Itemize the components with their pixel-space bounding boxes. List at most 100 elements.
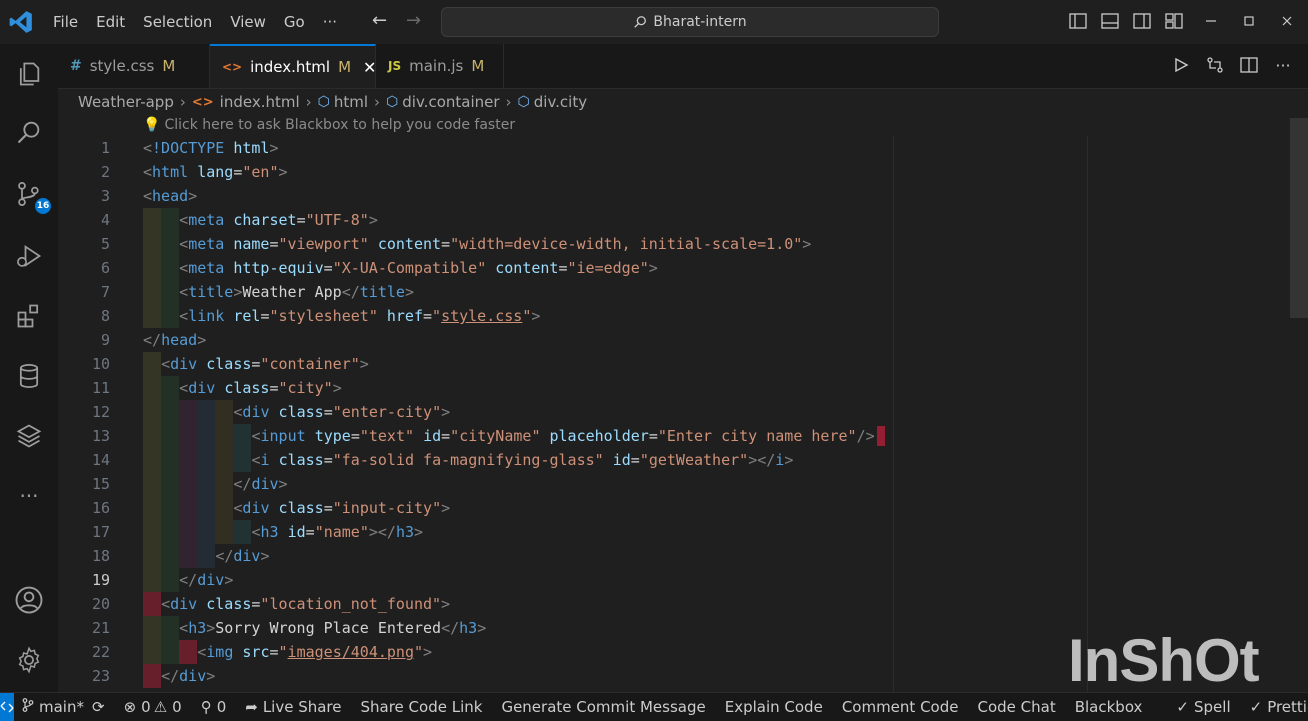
line-number: 5 xyxy=(100,235,110,253)
comment-code-button[interactable]: Comment Code xyxy=(842,698,959,716)
indent-guide xyxy=(233,424,252,448)
source-control-icon[interactable]: 16 xyxy=(13,178,51,214)
search-label: Bharat-intern xyxy=(653,14,747,30)
code-text: <!DOCTYPE html> xyxy=(143,139,279,157)
code-line[interactable]: 3 <head> xyxy=(58,184,1288,208)
account-icon[interactable] xyxy=(13,584,45,616)
code-line[interactable]: 12 <div class="enter-city"> xyxy=(58,400,1288,424)
code-line[interactable]: 4 <meta charset="UTF-8"> xyxy=(58,208,1288,232)
menu-edit[interactable]: Edit xyxy=(87,13,134,31)
tab-label: index.html xyxy=(250,58,331,76)
breadcrumb-folder[interactable]: Weather-app xyxy=(78,93,174,111)
toggle-secondary-sidebar-icon[interactable] xyxy=(1131,10,1153,32)
restore-icon[interactable] xyxy=(1238,10,1260,32)
tab-index-html[interactable]: <> index.html M ✕ xyxy=(210,44,376,88)
code-editor[interactable]: 1 <!DOCTYPE html> 2 <html lang="en"> 3 <head>… xyxy=(58,136,1288,692)
code-line[interactable]: 16 <div class="input-city"> xyxy=(58,496,1288,520)
indent-guide xyxy=(233,520,252,544)
code-line[interactable]: 5 <meta name="viewport" content="width=de… xyxy=(58,232,1288,256)
prettier-button[interactable]: ✓ Prettier xyxy=(1250,698,1308,716)
breadcrumb-symbol-city[interactable]: div.city xyxy=(534,93,587,111)
more-views-icon[interactable]: ··· xyxy=(13,480,45,512)
line-number: 3 xyxy=(100,187,110,205)
command-center-search[interactable]: Bharat-intern xyxy=(441,7,939,37)
search-view-icon[interactable] xyxy=(13,116,45,148)
live-share-button[interactable]: ➦ Live Share xyxy=(245,698,341,716)
branch-indicator[interactable]: main* ⟳ xyxy=(22,698,105,716)
vertical-scrollbar[interactable] xyxy=(1290,118,1308,318)
code-line[interactable]: 11 <div class="city"> xyxy=(58,376,1288,400)
compare-changes-icon[interactable] xyxy=(1204,54,1226,76)
live-share-icon: ➦ xyxy=(245,698,258,716)
explorer-icon[interactable] xyxy=(13,58,45,90)
status-bar: main* ⟳ ⊗ 0 ⚠ 0 ⚲ 0 ➦ Live Share Share C… xyxy=(0,692,1308,721)
close-window-icon[interactable] xyxy=(1276,10,1298,32)
double-check-icon: ✓ xyxy=(1249,698,1263,716)
line-number: 13 xyxy=(91,427,110,445)
tab-style-css[interactable]: # style.css M xyxy=(58,44,210,88)
indent-guide xyxy=(143,520,162,544)
share-code-link-button[interactable]: Share Code Link xyxy=(361,698,483,716)
indent-guide xyxy=(197,472,216,496)
breadcrumb-file[interactable]: index.html xyxy=(220,93,300,111)
code-chat-button[interactable]: Code Chat xyxy=(977,698,1055,716)
run-debug-icon[interactable] xyxy=(13,240,45,272)
ports-indicator[interactable]: ⚲ 0 xyxy=(201,698,227,716)
code-line[interactable]: 6 <meta http-equiv="X-UA-Compatible" cont… xyxy=(58,256,1288,280)
code-line[interactable]: 9 </head> xyxy=(58,328,1288,352)
split-editor-icon[interactable] xyxy=(1238,54,1260,76)
code-text: <input type="text" id="cityName" placeho… xyxy=(251,427,875,445)
code-line[interactable]: 17 <h3 id="name"></h3> xyxy=(58,520,1288,544)
breadcrumb-symbol-html[interactable]: html xyxy=(334,93,368,111)
menu-selection[interactable]: Selection xyxy=(134,13,221,31)
code-text: <link rel="stylesheet" href="style.css"> xyxy=(179,307,541,325)
code-line[interactable]: 13 <input type="text" id="cityName" place… xyxy=(58,424,1288,448)
code-line[interactable]: 8 <link rel="stylesheet" href="style.css"… xyxy=(58,304,1288,328)
blackbox-hint[interactable]: 💡 Click here to ask Blackbox to help you … xyxy=(143,117,515,133)
problems-indicator[interactable]: ⊗ 0 ⚠ 0 xyxy=(124,698,182,716)
menu-go[interactable]: Go xyxy=(275,13,314,31)
toggle-primary-sidebar-icon[interactable] xyxy=(1067,10,1089,32)
menu-more[interactable]: ··· xyxy=(314,13,346,31)
remote-indicator-icon[interactable] xyxy=(0,693,14,721)
blackbox-button[interactable]: Blackbox xyxy=(1075,698,1143,716)
explain-code-button[interactable]: Explain Code xyxy=(725,698,823,716)
code-line[interactable]: 2 <html lang="en"> xyxy=(58,160,1288,184)
back-arrow-icon[interactable]: ← xyxy=(372,10,387,31)
indent-guide xyxy=(161,448,180,472)
warning-count: 0 xyxy=(172,698,182,716)
activity-bar: 16 ··· xyxy=(0,44,58,692)
spell-button[interactable]: ✓ Spell xyxy=(1176,698,1230,716)
run-icon[interactable] xyxy=(1170,54,1192,76)
code-line[interactable]: 10 <div class="container"> xyxy=(58,352,1288,376)
database-icon[interactable] xyxy=(13,360,45,392)
toggle-panel-icon[interactable] xyxy=(1099,10,1121,32)
code-line[interactable]: 14 <i class="fa-solid fa-magnifying-glass… xyxy=(58,448,1288,472)
layers-icon[interactable] xyxy=(13,420,45,452)
checkmark-icon: ✓ xyxy=(1176,698,1189,716)
more-actions-icon[interactable]: ··· xyxy=(1272,54,1294,76)
minimize-icon[interactable] xyxy=(1200,10,1222,32)
code-text: <div class="input-city"> xyxy=(233,499,451,517)
tab-main-js[interactable]: JS main.js M xyxy=(376,44,504,88)
forward-arrow-icon[interactable]: → xyxy=(406,10,421,31)
code-text: <h3>Sorry Wrong Place Entered</h3> xyxy=(179,619,487,637)
code-line[interactable]: 18 </div> xyxy=(58,544,1288,568)
code-line[interactable]: 20 <div class="location_not_found"> xyxy=(58,592,1288,616)
menu-file[interactable]: File xyxy=(44,13,87,31)
breadcrumb-symbol-container[interactable]: div.container xyxy=(402,93,499,111)
close-tab-icon[interactable]: ✕ xyxy=(363,58,376,77)
code-line[interactable]: 1 <!DOCTYPE html> xyxy=(58,136,1288,160)
code-line[interactable]: 15 </div> xyxy=(58,472,1288,496)
extensions-icon[interactable] xyxy=(13,300,45,332)
code-line[interactable]: 19 </div> xyxy=(58,568,1288,592)
modified-indicator: M xyxy=(162,57,176,75)
menu-view[interactable]: View xyxy=(221,13,275,31)
sync-icon[interactable]: ⟳ xyxy=(92,698,105,716)
code-line[interactable]: 7 <title>Weather App</title> xyxy=(58,280,1288,304)
customize-layout-icon[interactable] xyxy=(1163,10,1185,32)
generate-commit-button[interactable]: Generate Commit Message xyxy=(501,698,705,716)
settings-gear-icon[interactable] xyxy=(13,644,45,676)
line-number: 21 xyxy=(91,619,110,637)
error-marker xyxy=(877,426,886,446)
